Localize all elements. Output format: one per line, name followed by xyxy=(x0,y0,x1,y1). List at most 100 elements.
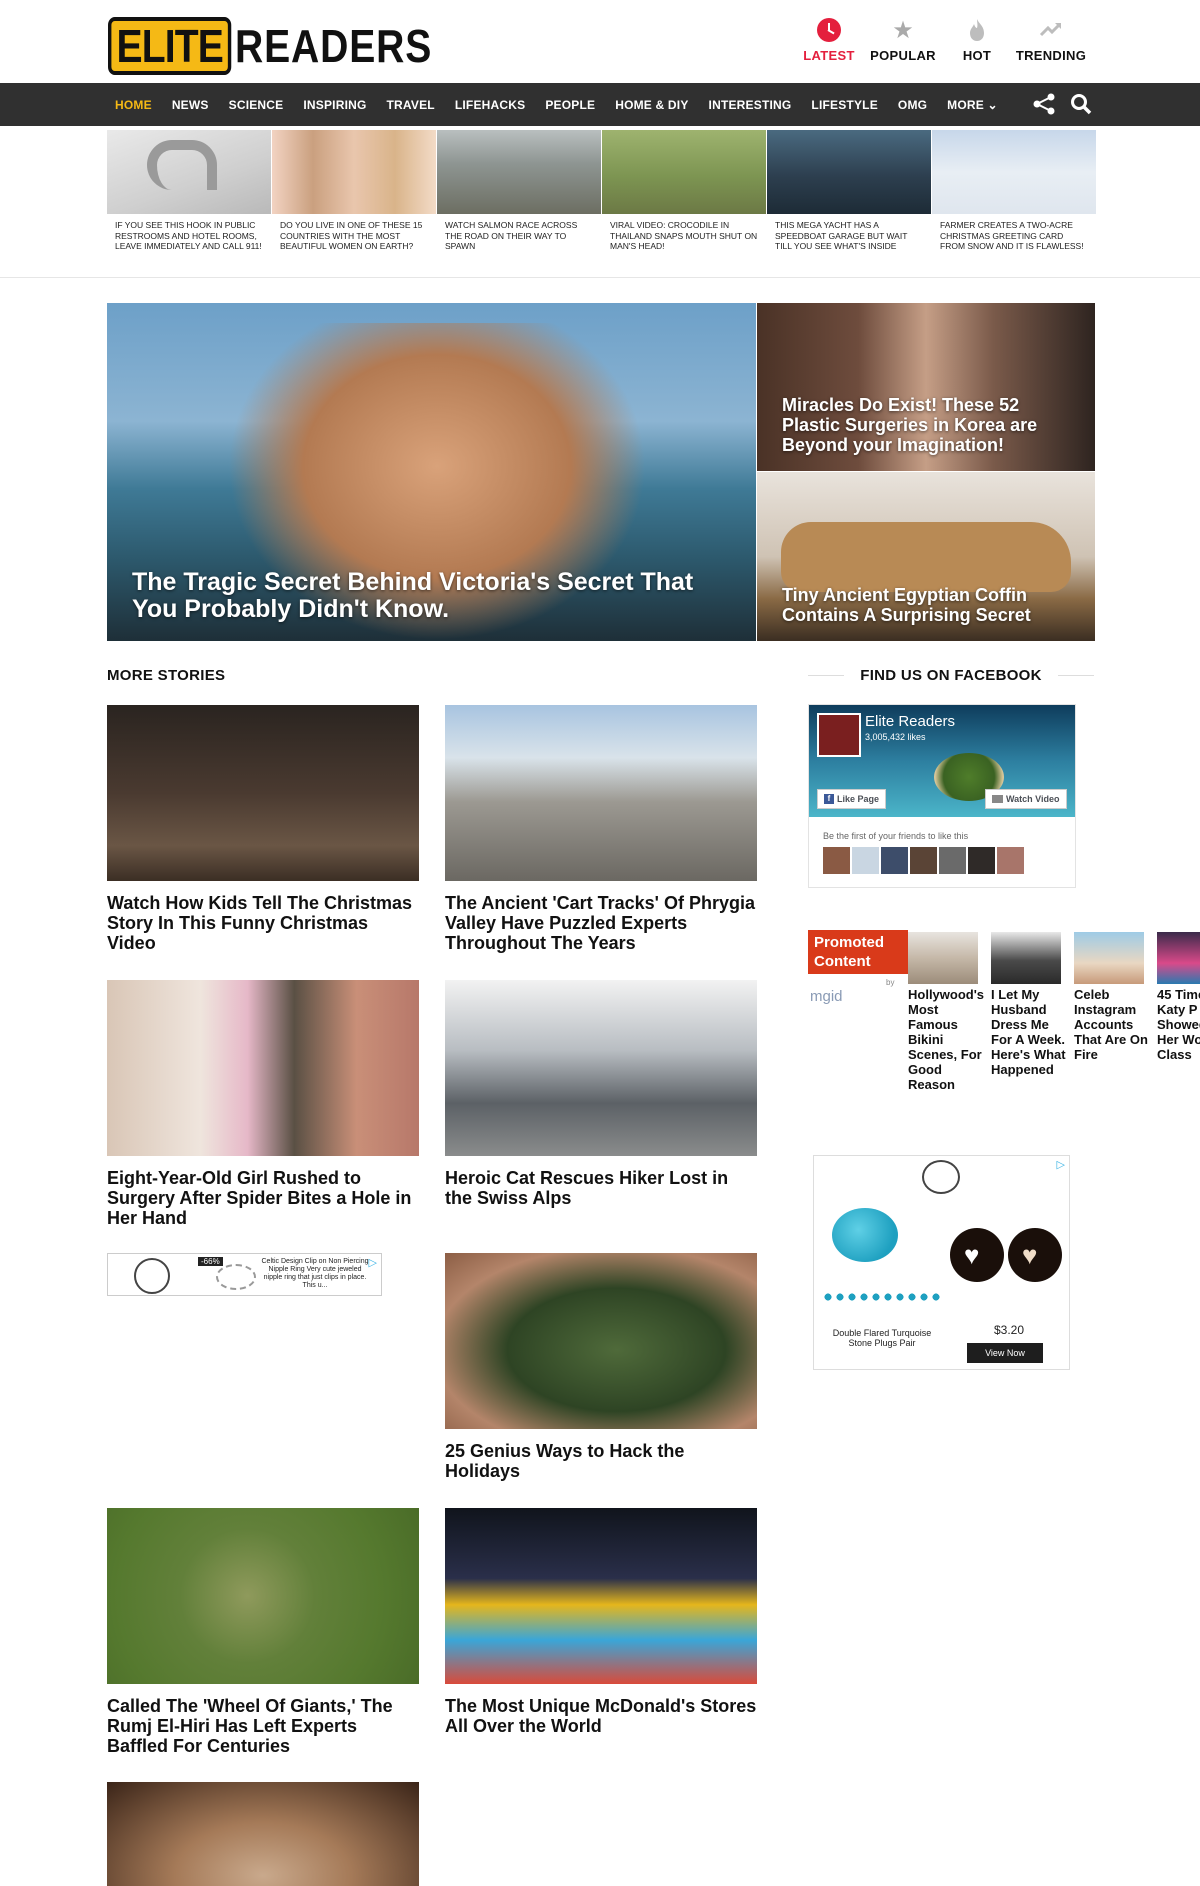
facebook-watch-label: Watch Video xyxy=(1006,794,1060,804)
strip-card[interactable]: VIRAL VIDEO: CROCODILE IN THAILAND SNAPS… xyxy=(602,130,766,266)
friend-avatar[interactable] xyxy=(852,847,879,874)
site-logo[interactable]: ELITE READERS xyxy=(108,16,467,75)
nav-travel[interactable]: TRAVEL xyxy=(377,98,445,112)
topnav-popular-label: POPULAR xyxy=(870,48,936,63)
promo-title[interactable]: I Let My Husband Dress Me For A Week. He… xyxy=(991,987,1067,1077)
friend-avatar[interactable] xyxy=(823,847,850,874)
topnav-trending-label: TRENDING xyxy=(1015,48,1087,63)
facebook-avatar[interactable] xyxy=(817,713,861,757)
nav-lifehacks[interactable]: LIFEHACKS xyxy=(445,98,535,112)
topnav-trending[interactable]: TRENDING xyxy=(1014,16,1088,63)
nav-more[interactable]: MORE ⌄ xyxy=(937,98,1008,112)
promo-item[interactable]: 45 Times Katy P Showed Off Her World Cla… xyxy=(1157,932,1200,1062)
story-title[interactable]: Called The 'Wheel Of Giants,' The Rumj E… xyxy=(107,1696,419,1756)
ad-banner-small[interactable]: -66% Celtic Design Clip on Non Piercing … xyxy=(107,1253,382,1296)
ad-product[interactable]: ▷ ♥ ♥ Double Flared Turquoise Stone Plug… xyxy=(813,1155,1070,1370)
mgid-logo[interactable]: mgid xyxy=(810,988,843,1005)
strip-thumb-hook xyxy=(107,130,271,214)
promo-item[interactable]: Celeb Instagram Accounts That Are On Fir… xyxy=(1074,932,1150,1062)
strip-card[interactable]: DO YOU LIVE IN ONE OF THESE 15 COUNTRIES… xyxy=(272,130,436,266)
turquoise-plug-image xyxy=(832,1208,898,1262)
hero-coffin[interactable]: Tiny Ancient Egyptian Coffin Contains A … xyxy=(757,472,1095,641)
facebook-page-name[interactable]: Elite Readers xyxy=(865,713,955,730)
story-card[interactable]: The Ancient 'Cart Tracks' Of Phrygia Val… xyxy=(445,705,757,953)
story-title[interactable]: The Most Unique McDonald's Stores All Ov… xyxy=(445,1696,757,1736)
facebook-like-label: Like Page xyxy=(837,794,880,804)
strip-card[interactable]: IF YOU SEE THIS HOOK IN PUBLIC RESTROOMS… xyxy=(107,130,271,266)
topnav-hot[interactable]: HOT xyxy=(940,16,1014,63)
facebook-heading: FIND US ON FACEBOOK xyxy=(808,667,1095,684)
strip-card[interactable]: THIS MEGA YACHT HAS A SPEEDBOAT GARAGE B… xyxy=(767,130,931,266)
story-card[interactable]: Called The 'Wheel Of Giants,' The Rumj E… xyxy=(107,1508,419,1756)
star-icon: ★ xyxy=(892,16,914,44)
nav-omg[interactable]: OMG xyxy=(888,98,937,112)
site-header: ELITE READERS LATEST ★ POPULAR HOT TREND… xyxy=(0,0,1200,83)
story-card[interactable]: Heroic Cat Rescues Hiker Lost in the Swi… xyxy=(445,980,757,1208)
adchoices-icon[interactable]: ▷ xyxy=(1057,1158,1065,1171)
story-title[interactable]: 25 Genius Ways to Hack the Holidays xyxy=(445,1441,757,1481)
strip-card[interactable]: FARMER CREATES A TWO-ACRE CHRISTMAS GREE… xyxy=(932,130,1096,266)
promo-image xyxy=(908,932,978,984)
nav-science[interactable]: SCIENCE xyxy=(219,98,294,112)
promo-item[interactable]: Hollywood's Most Famous Bikini Scenes, F… xyxy=(908,932,984,1092)
story-card[interactable]: 25 Genius Ways to Hack the Holidays xyxy=(445,1253,757,1481)
strip-card[interactable]: WATCH SALMON RACE ACROSS THE ROAD ON THE… xyxy=(437,130,601,266)
topnav-latest[interactable]: LATEST xyxy=(792,16,866,63)
nav-news[interactable]: NEWS xyxy=(162,98,219,112)
topnav-popular[interactable]: ★ POPULAR xyxy=(866,16,940,64)
facebook-watch-button[interactable]: Watch Video xyxy=(985,789,1067,809)
hero-korea[interactable]: Miracles Do Exist! These 52 Plastic Surg… xyxy=(757,303,1095,471)
nav-tools xyxy=(1032,93,1092,119)
story-card[interactable]: Eight-Year-Old Girl Rushed to Surgery Af… xyxy=(107,980,419,1228)
hero-main[interactable]: The Tragic Secret Behind Victoria's Secr… xyxy=(107,303,756,641)
friend-avatar[interactable] xyxy=(881,847,908,874)
hero-coffin-title: Tiny Ancient Egyptian Coffin Contains A … xyxy=(782,585,1031,625)
promo-title[interactable]: Celeb Instagram Accounts That Are On Fir… xyxy=(1074,987,1150,1062)
promo-image xyxy=(1157,932,1200,984)
strip-caption: WATCH SALMON RACE ACROSS THE ROAD ON THE… xyxy=(445,220,578,251)
story-title[interactable]: Eight-Year-Old Girl Rushed to Surgery Af… xyxy=(107,1168,419,1228)
trending-strip: IF YOU SEE THIS HOOK IN PUBLIC RESTROOMS… xyxy=(107,130,1096,266)
story-title[interactable]: The Ancient 'Cart Tracks' Of Phrygia Val… xyxy=(445,893,757,953)
promo-image xyxy=(1074,932,1144,984)
promo-item[interactable]: I Let My Husband Dress Me For A Week. He… xyxy=(991,932,1067,1077)
friend-avatar[interactable] xyxy=(910,847,937,874)
facebook-like-button[interactable]: f Like Page xyxy=(817,789,887,809)
nav-lifestyle[interactable]: LIFESTYLE xyxy=(801,98,887,112)
more-stories-heading: MORE STORIES xyxy=(107,667,226,684)
strip-caption: FARMER CREATES A TWO-ACRE CHRISTMAS GREE… xyxy=(940,220,1084,251)
ad-product-name: Double Flared Turquoise Stone Plugs Pair xyxy=(832,1328,932,1348)
trending-arrow-icon xyxy=(1037,16,1065,44)
story-title[interactable]: Heroic Cat Rescues Hiker Lost in the Swi… xyxy=(445,1168,757,1208)
strip-thumb-snow xyxy=(932,130,1096,214)
nav-home-diy[interactable]: HOME & DIY xyxy=(605,98,698,112)
story-image xyxy=(107,705,419,881)
facebook-widget: Elite Readers 3,005,432 likes f Like Pag… xyxy=(808,704,1076,888)
promo-title[interactable]: 45 Times Katy P Showed Off Her World Cla… xyxy=(1157,987,1200,1062)
clock-icon xyxy=(815,16,843,44)
main-nav: HOME NEWS SCIENCE INSPIRING TRAVEL LIFEH… xyxy=(0,83,1200,126)
facebook-icon: f xyxy=(824,794,834,804)
share-icon[interactable] xyxy=(1032,93,1056,119)
story-card[interactable]: The Most Unique McDonald's Stores All Ov… xyxy=(445,1508,757,1736)
story-title[interactable]: Watch How Kids Tell The Christmas Story … xyxy=(107,893,419,953)
friend-avatar[interactable] xyxy=(939,847,966,874)
nav-interesting[interactable]: INTERESTING xyxy=(699,98,802,112)
friend-avatar[interactable] xyxy=(968,847,995,874)
nav-inspiring[interactable]: INSPIRING xyxy=(293,98,376,112)
facebook-likes: 3,005,432 likes xyxy=(865,732,926,742)
facebook-heading-text: FIND US ON FACEBOOK xyxy=(860,667,1042,684)
facebook-friends-text: Be the first of your friends to like thi… xyxy=(823,831,969,841)
nav-people[interactable]: PEOPLE xyxy=(535,98,605,112)
strip-caption: IF YOU SEE THIS HOOK IN PUBLIC RESTROOMS… xyxy=(115,220,262,251)
nav-home[interactable]: HOME xyxy=(105,98,162,112)
strip-thumb-salmon xyxy=(437,130,601,214)
promo-title[interactable]: Hollywood's Most Famous Bikini Scenes, F… xyxy=(908,987,984,1092)
hero-korea-title: Miracles Do Exist! These 52 Plastic Surg… xyxy=(782,395,1038,455)
story-card[interactable]: Watch How Kids Tell The Christmas Story … xyxy=(107,705,419,953)
friend-avatar[interactable] xyxy=(997,847,1024,874)
ad-view-now-button[interactable]: View Now xyxy=(967,1343,1043,1363)
adchoices-icon[interactable]: ▷ xyxy=(369,1256,377,1269)
search-icon[interactable] xyxy=(1070,93,1092,119)
story-card[interactable] xyxy=(107,1782,419,1886)
